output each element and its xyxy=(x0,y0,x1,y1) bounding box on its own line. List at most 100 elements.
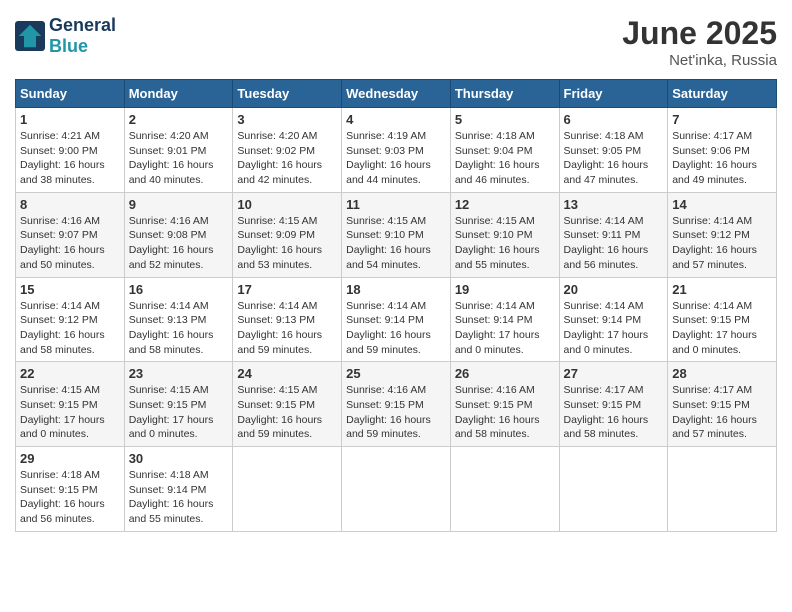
day-number: 13 xyxy=(564,197,664,212)
day-cell xyxy=(450,447,559,532)
col-header-saturday: Saturday xyxy=(668,80,777,108)
day-cell: 3 Sunrise: 4:20 AMSunset: 9:02 PMDayligh… xyxy=(233,108,342,193)
day-cell: 18 Sunrise: 4:14 AMSunset: 9:14 PMDaylig… xyxy=(342,277,451,362)
day-cell: 19 Sunrise: 4:14 AMSunset: 9:14 PMDaylig… xyxy=(450,277,559,362)
day-info: Sunrise: 4:14 AMSunset: 9:15 PMDaylight:… xyxy=(672,299,772,358)
day-info: Sunrise: 4:14 AMSunset: 9:13 PMDaylight:… xyxy=(237,299,337,358)
day-cell: 17 Sunrise: 4:14 AMSunset: 9:13 PMDaylig… xyxy=(233,277,342,362)
day-number: 28 xyxy=(672,366,772,381)
day-info: Sunrise: 4:17 AMSunset: 9:06 PMDaylight:… xyxy=(672,129,772,188)
day-cell: 29 Sunrise: 4:18 AMSunset: 9:15 PMDaylig… xyxy=(16,447,125,532)
day-info: Sunrise: 4:15 AMSunset: 9:09 PMDaylight:… xyxy=(237,214,337,273)
day-cell: 25 Sunrise: 4:16 AMSunset: 9:15 PMDaylig… xyxy=(342,362,451,447)
day-cell: 8 Sunrise: 4:16 AMSunset: 9:07 PMDayligh… xyxy=(16,192,125,277)
day-number: 8 xyxy=(20,197,120,212)
day-info: Sunrise: 4:15 AMSunset: 9:15 PMDaylight:… xyxy=(237,383,337,442)
day-info: Sunrise: 4:15 AMSunset: 9:10 PMDaylight:… xyxy=(346,214,446,273)
day-cell: 23 Sunrise: 4:15 AMSunset: 9:15 PMDaylig… xyxy=(124,362,233,447)
day-cell xyxy=(342,447,451,532)
week-row-1: 1 Sunrise: 4:21 AMSunset: 9:00 PMDayligh… xyxy=(16,108,777,193)
day-cell: 9 Sunrise: 4:16 AMSunset: 9:08 PMDayligh… xyxy=(124,192,233,277)
logo-icon xyxy=(15,21,45,51)
day-number: 24 xyxy=(237,366,337,381)
day-number: 7 xyxy=(672,112,772,127)
day-info: Sunrise: 4:15 AMSunset: 9:15 PMDaylight:… xyxy=(20,383,120,442)
day-info: Sunrise: 4:18 AMSunset: 9:04 PMDaylight:… xyxy=(455,129,555,188)
day-info: Sunrise: 4:19 AMSunset: 9:03 PMDaylight:… xyxy=(346,129,446,188)
day-number: 9 xyxy=(129,197,229,212)
day-info: Sunrise: 4:14 AMSunset: 9:14 PMDaylight:… xyxy=(346,299,446,358)
day-cell: 15 Sunrise: 4:14 AMSunset: 9:12 PMDaylig… xyxy=(16,277,125,362)
day-number: 5 xyxy=(455,112,555,127)
col-header-sunday: Sunday xyxy=(16,80,125,108)
day-number: 3 xyxy=(237,112,337,127)
day-number: 27 xyxy=(564,366,664,381)
day-number: 20 xyxy=(564,282,664,297)
day-number: 11 xyxy=(346,197,446,212)
day-number: 12 xyxy=(455,197,555,212)
day-number: 23 xyxy=(129,366,229,381)
day-info: Sunrise: 4:18 AMSunset: 9:15 PMDaylight:… xyxy=(20,468,120,527)
week-row-4: 22 Sunrise: 4:15 AMSunset: 9:15 PMDaylig… xyxy=(16,362,777,447)
day-info: Sunrise: 4:14 AMSunset: 9:12 PMDaylight:… xyxy=(20,299,120,358)
title-block: June 2025 Net'inka, Russia xyxy=(622,15,777,69)
col-header-friday: Friday xyxy=(559,80,668,108)
day-cell xyxy=(233,447,342,532)
day-cell: 7 Sunrise: 4:17 AMSunset: 9:06 PMDayligh… xyxy=(668,108,777,193)
day-number: 14 xyxy=(672,197,772,212)
day-cell xyxy=(668,447,777,532)
day-cell: 21 Sunrise: 4:14 AMSunset: 9:15 PMDaylig… xyxy=(668,277,777,362)
week-row-3: 15 Sunrise: 4:14 AMSunset: 9:12 PMDaylig… xyxy=(16,277,777,362)
week-row-5: 29 Sunrise: 4:18 AMSunset: 9:15 PMDaylig… xyxy=(16,447,777,532)
day-cell: 24 Sunrise: 4:15 AMSunset: 9:15 PMDaylig… xyxy=(233,362,342,447)
day-info: Sunrise: 4:15 AMSunset: 9:10 PMDaylight:… xyxy=(455,214,555,273)
day-cell xyxy=(559,447,668,532)
day-info: Sunrise: 4:14 AMSunset: 9:11 PMDaylight:… xyxy=(564,214,664,273)
logo: General Blue xyxy=(15,15,116,57)
day-cell: 5 Sunrise: 4:18 AMSunset: 9:04 PMDayligh… xyxy=(450,108,559,193)
day-cell: 11 Sunrise: 4:15 AMSunset: 9:10 PMDaylig… xyxy=(342,192,451,277)
location: Net'inka, Russia xyxy=(622,52,777,69)
day-info: Sunrise: 4:20 AMSunset: 9:02 PMDaylight:… xyxy=(237,129,337,188)
day-cell: 16 Sunrise: 4:14 AMSunset: 9:13 PMDaylig… xyxy=(124,277,233,362)
day-info: Sunrise: 4:18 AMSunset: 9:14 PMDaylight:… xyxy=(129,468,229,527)
week-row-2: 8 Sunrise: 4:16 AMSunset: 9:07 PMDayligh… xyxy=(16,192,777,277)
col-header-tuesday: Tuesday xyxy=(233,80,342,108)
day-number: 25 xyxy=(346,366,446,381)
day-cell: 22 Sunrise: 4:15 AMSunset: 9:15 PMDaylig… xyxy=(16,362,125,447)
day-info: Sunrise: 4:17 AMSunset: 9:15 PMDaylight:… xyxy=(672,383,772,442)
logo-text: General Blue xyxy=(49,15,116,57)
day-info: Sunrise: 4:16 AMSunset: 9:07 PMDaylight:… xyxy=(20,214,120,273)
day-info: Sunrise: 4:14 AMSunset: 9:13 PMDaylight:… xyxy=(129,299,229,358)
col-header-thursday: Thursday xyxy=(450,80,559,108)
day-cell: 27 Sunrise: 4:17 AMSunset: 9:15 PMDaylig… xyxy=(559,362,668,447)
day-cell: 12 Sunrise: 4:15 AMSunset: 9:10 PMDaylig… xyxy=(450,192,559,277)
day-info: Sunrise: 4:16 AMSunset: 9:08 PMDaylight:… xyxy=(129,214,229,273)
day-number: 4 xyxy=(346,112,446,127)
day-info: Sunrise: 4:21 AMSunset: 9:00 PMDaylight:… xyxy=(20,129,120,188)
day-number: 6 xyxy=(564,112,664,127)
day-cell: 14 Sunrise: 4:14 AMSunset: 9:12 PMDaylig… xyxy=(668,192,777,277)
day-number: 21 xyxy=(672,282,772,297)
day-cell: 2 Sunrise: 4:20 AMSunset: 9:01 PMDayligh… xyxy=(124,108,233,193)
day-number: 18 xyxy=(346,282,446,297)
calendar-table: SundayMondayTuesdayWednesdayThursdayFrid… xyxy=(15,79,777,532)
day-info: Sunrise: 4:14 AMSunset: 9:14 PMDaylight:… xyxy=(564,299,664,358)
day-info: Sunrise: 4:15 AMSunset: 9:15 PMDaylight:… xyxy=(129,383,229,442)
day-number: 29 xyxy=(20,451,120,466)
page-header: General Blue June 2025 Net'inka, Russia xyxy=(15,15,777,69)
day-info: Sunrise: 4:16 AMSunset: 9:15 PMDaylight:… xyxy=(346,383,446,442)
day-cell: 10 Sunrise: 4:15 AMSunset: 9:09 PMDaylig… xyxy=(233,192,342,277)
day-info: Sunrise: 4:20 AMSunset: 9:01 PMDaylight:… xyxy=(129,129,229,188)
day-cell: 13 Sunrise: 4:14 AMSunset: 9:11 PMDaylig… xyxy=(559,192,668,277)
day-number: 19 xyxy=(455,282,555,297)
day-number: 17 xyxy=(237,282,337,297)
day-number: 26 xyxy=(455,366,555,381)
day-number: 22 xyxy=(20,366,120,381)
day-cell: 1 Sunrise: 4:21 AMSunset: 9:00 PMDayligh… xyxy=(16,108,125,193)
day-number: 16 xyxy=(129,282,229,297)
day-number: 2 xyxy=(129,112,229,127)
day-cell: 28 Sunrise: 4:17 AMSunset: 9:15 PMDaylig… xyxy=(668,362,777,447)
day-info: Sunrise: 4:14 AMSunset: 9:12 PMDaylight:… xyxy=(672,214,772,273)
col-header-wednesday: Wednesday xyxy=(342,80,451,108)
